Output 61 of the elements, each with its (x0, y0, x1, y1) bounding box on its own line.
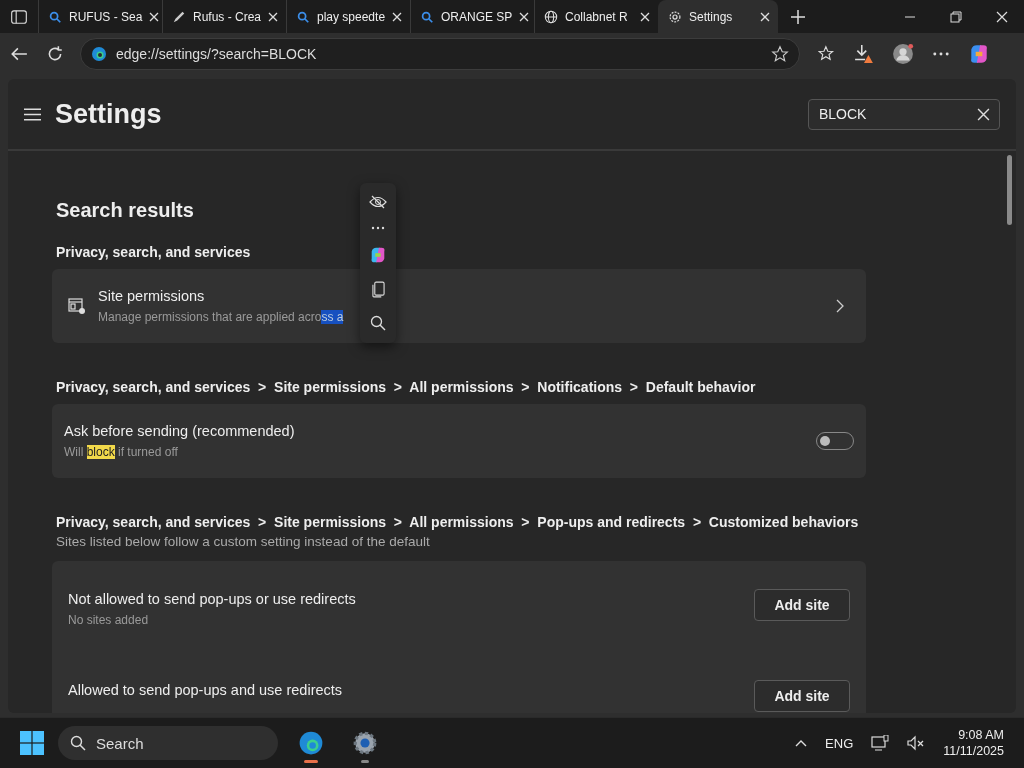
chevron-right-icon (836, 299, 844, 313)
add-site-button[interactable]: Add site (754, 680, 850, 712)
back-icon[interactable] (10, 45, 28, 63)
close-icon[interactable] (268, 11, 279, 22)
copy-icon[interactable] (371, 281, 385, 299)
browser-tab[interactable]: Settings (658, 0, 778, 33)
chevron-up-icon[interactable] (795, 739, 808, 747)
profile-avatar-icon[interactable] (892, 43, 914, 65)
edge-logo-icon (298, 730, 324, 756)
section-description: Sites listed below follow a custom setting instead of the default (56, 534, 431, 549)
close-icon[interactable] (760, 11, 770, 22)
close-icon[interactable] (640, 11, 650, 22)
breadcrumb: Privacy, search, and services > Site permissions > All permissions > Notifications > Default behavior (56, 379, 756, 395)
search-icon (296, 9, 310, 24)
address-bar[interactable]: edge://settings/?search=BLOCK (80, 38, 800, 70)
breadcrumb: Privacy, search, and services (56, 244, 251, 260)
language-indicator[interactable]: ENG (825, 735, 854, 751)
close-icon[interactable] (996, 10, 1008, 23)
globe-icon (544, 9, 558, 24)
tab-actions-icon[interactable] (10, 7, 28, 26)
setting-title: Allowed to send pop-ups and use redirects (68, 682, 343, 698)
clock-date[interactable]: 11/11/2025 (943, 744, 1004, 758)
close-icon[interactable] (519, 11, 530, 22)
clear-icon[interactable] (977, 107, 990, 121)
restore-icon[interactable] (950, 10, 962, 23)
menu-icon[interactable] (24, 107, 41, 121)
add-site-button[interactable]: Add site (754, 589, 850, 621)
refresh-icon[interactable] (46, 45, 64, 63)
new-tab-icon[interactable] (790, 8, 806, 25)
edge-logo-icon (91, 46, 107, 62)
taskbar-search-field[interactable]: Search (58, 726, 278, 760)
favorite-star-icon[interactable] (771, 45, 789, 63)
permissions-icon (68, 297, 86, 315)
gear-icon (352, 730, 378, 756)
start-icon[interactable] (20, 731, 44, 755)
setting-title: Ask before sending (recommended) (64, 423, 295, 439)
muted-speaker-icon[interactable] (907, 735, 926, 751)
page-title: Settings (55, 98, 162, 130)
settings-icon (668, 9, 682, 24)
copilot-icon[interactable] (369, 246, 387, 265)
setting-description: Will block if turned off (64, 445, 179, 459)
copilot-icon[interactable] (968, 43, 990, 65)
network-icon[interactable] (871, 735, 890, 751)
breadcrumb: Privacy, search, and services > Site permissions > All permissions > Pop-ups and redirects > Customized behaviors (56, 514, 859, 530)
clock-time[interactable]: 9:08 AM (958, 728, 1004, 742)
close-icon[interactable] (149, 11, 160, 22)
search-icon (70, 735, 86, 751)
results-heading: Search results (56, 199, 194, 222)
more-icon[interactable] (371, 225, 385, 230)
pen-icon (172, 9, 186, 24)
hide-icon[interactable] (369, 195, 387, 210)
card-title: Site permissions (98, 288, 206, 304)
download-warning-icon[interactable] (854, 44, 874, 64)
settings-search-field[interactable]: BLOCK (808, 98, 1000, 130)
setting-title: Not allowed to send pop-ups or use redirects (68, 591, 356, 607)
close-icon[interactable] (392, 11, 403, 22)
favorites-icon[interactable] (818, 45, 836, 63)
search-icon (420, 9, 434, 24)
setting-note: No sites added (68, 613, 150, 627)
search-icon[interactable] (370, 314, 386, 331)
search-icon (48, 9, 62, 24)
